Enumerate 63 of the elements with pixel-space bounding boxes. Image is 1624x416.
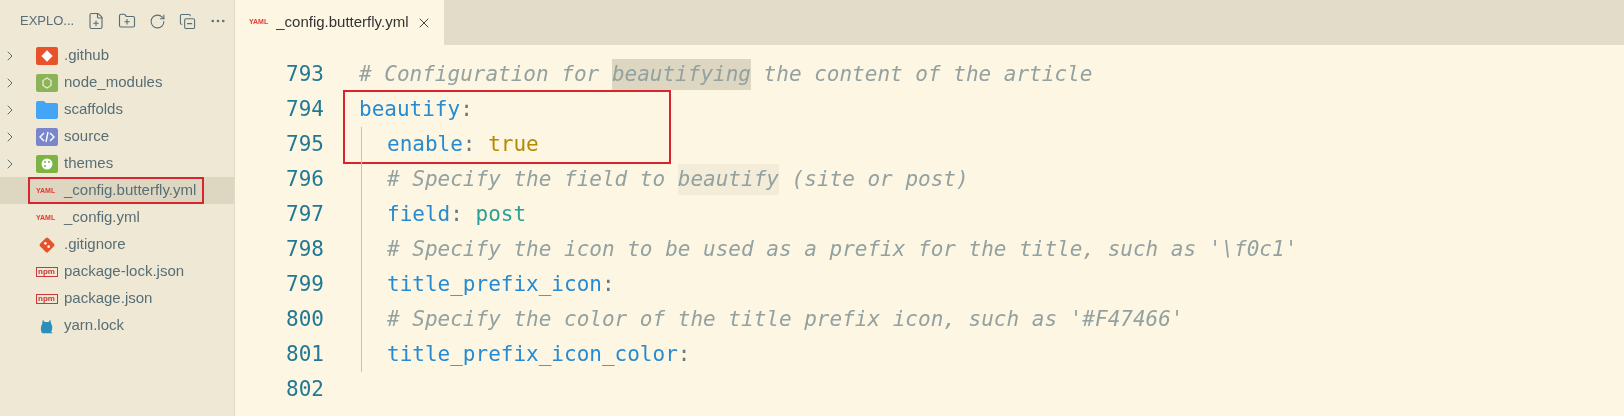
code-token: field: [387, 200, 451, 228]
file-tree-item[interactable]: themes: [0, 150, 234, 177]
file-tree-item[interactable]: scaffolds: [0, 96, 234, 123]
explorer-title: EXPLO...: [20, 12, 75, 31]
code-token: true: [488, 130, 539, 158]
file-name: _config.yml: [64, 207, 140, 228]
line-number: 796: [285, 165, 325, 193]
npm-icon: npm: [36, 266, 58, 277]
line-number: 794: [285, 95, 325, 123]
code-token: title_prefix_icon: [387, 270, 602, 298]
file-name: package-lock.json: [64, 261, 185, 282]
line-number: 801: [285, 340, 325, 368]
code-token: beautify: [359, 95, 461, 123]
file-name: .gitignore: [64, 234, 126, 255]
file-name: _config.butterfly.yml: [64, 180, 197, 201]
file-name: node_modules: [64, 72, 163, 93]
line-number: 802: [285, 375, 325, 403]
code-token: the content of the article: [762, 60, 1093, 88]
code-token: :: [450, 200, 464, 228]
line-number: 799: [285, 270, 325, 298]
new-file-icon[interactable]: [87, 12, 106, 30]
node-folder-icon: [36, 73, 58, 92]
file-name: .github: [64, 45, 110, 66]
folder-icon: [36, 100, 58, 119]
file-tree-item[interactable]: node_modules: [0, 69, 234, 96]
code-token: :: [601, 270, 615, 298]
collapse-icon[interactable]: [179, 12, 197, 30]
code-token: # Configuration for: [359, 60, 601, 88]
code-token: title_prefix_icon_color: [387, 340, 678, 368]
file-tree-item[interactable]: npm package-lock.json: [0, 258, 234, 285]
file-tree-item[interactable]: .gitignore: [0, 231, 234, 258]
code-token: # Specify the field to: [387, 165, 667, 193]
git-folder-icon: [36, 46, 58, 65]
line-number: 793: [285, 60, 325, 88]
refresh-icon[interactable]: [149, 12, 167, 30]
file-name: source: [64, 126, 110, 147]
line-number: 800: [285, 305, 325, 333]
code-token: enable: [387, 130, 463, 158]
search-match: beautifying: [611, 58, 751, 91]
new-folder-icon[interactable]: [118, 12, 137, 30]
line-number: 795: [285, 130, 325, 158]
code-token: post: [475, 200, 527, 228]
file-tree-item[interactable]: source: [0, 123, 234, 150]
code-token: (site or post): [790, 165, 969, 193]
file-name: yarn.lock: [64, 315, 125, 336]
code-token: # Specify the color of the title prefix icon, such as '#F47466': [387, 305, 1184, 333]
file-name: themes: [64, 153, 114, 174]
file-name: package.json: [64, 288, 153, 309]
npm-icon: npm: [36, 293, 58, 304]
code-token: :: [677, 340, 691, 368]
file-tree-item[interactable]: npm package.json: [0, 285, 234, 312]
word-highlight: beautify: [677, 163, 779, 196]
line-number: 798: [285, 235, 325, 263]
file-tree-item[interactable]: yarn.lock: [0, 312, 234, 339]
file-name: scaffolds: [64, 99, 123, 120]
palette-folder-icon: [36, 154, 58, 173]
code-token: :: [460, 95, 473, 123]
tab-label: _config.butterfly.yml: [276, 12, 409, 33]
file-tree-item[interactable]: .github: [0, 42, 234, 69]
code-folder-icon: [36, 127, 58, 146]
code-token: :: [462, 130, 477, 158]
line-number: 797: [285, 200, 325, 228]
code-token: # Specify the icon to be used as a prefix for the title, such as '\f0c1': [387, 235, 1298, 263]
